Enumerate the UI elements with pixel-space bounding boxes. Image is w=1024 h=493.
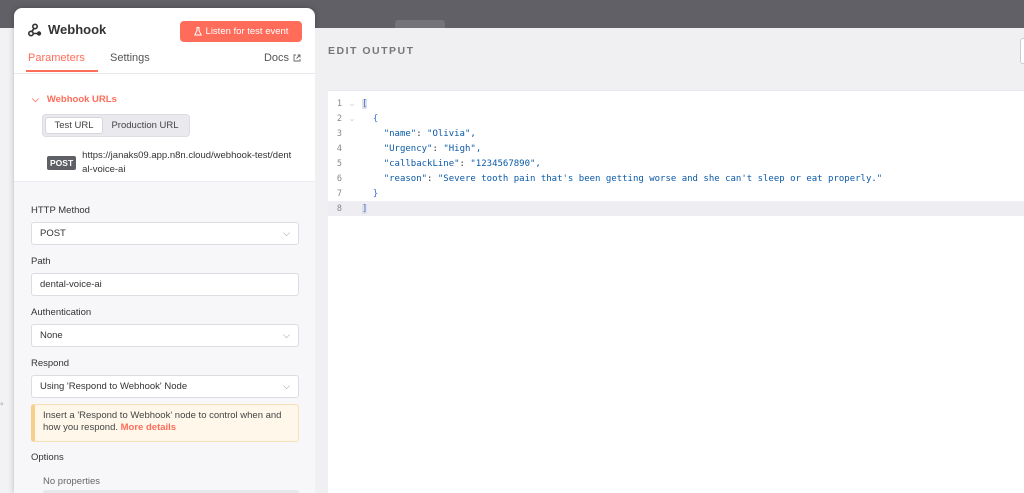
options-label: Options xyxy=(31,452,64,463)
active-tab-underline xyxy=(26,70,98,72)
json-key: "Urgency" xyxy=(383,143,433,154)
http-method-value: POST xyxy=(40,228,66,239)
chevron-down-icon: ⌵ xyxy=(283,330,290,340)
line-number: 8 xyxy=(336,203,342,214)
http-method-select[interactable]: POST ⌵ xyxy=(31,222,299,245)
listen-for-test-event-button[interactable]: Listen for test event xyxy=(180,21,302,42)
json-bracket: [ xyxy=(362,98,368,109)
authentication-select[interactable]: None ⌵ xyxy=(31,324,299,347)
respond-field: Respond Using 'Respond to Webhook' Node … xyxy=(31,358,299,398)
line-number: 7 xyxy=(336,188,342,199)
url-type-toggle: Test URL Production URL xyxy=(42,114,190,137)
editor-line[interactable]: 7 } xyxy=(328,186,1024,201)
webhook-urls-toggle[interactable]: ⌵ Webhook URLs xyxy=(32,94,117,105)
http-method-label: HTTP Method xyxy=(31,205,90,216)
json-bracket: ] xyxy=(362,203,368,214)
editor-line[interactable]: 3 "name": "Olivia", xyxy=(328,126,1024,141)
code-text: } xyxy=(362,189,378,199)
test-url-option[interactable]: Test URL xyxy=(45,117,103,134)
code-text: { xyxy=(362,114,378,124)
path-input[interactable]: dental-voice-ai xyxy=(31,273,299,296)
docs-link-label: Docs xyxy=(263,52,289,64)
respond-select[interactable]: Using 'Respond to Webhook' Node ⌵ xyxy=(31,375,299,398)
json-editor[interactable]: 1 ⌵[2 ⌵ {3 "name": "Olivia", 4 "Urgency": "… xyxy=(328,90,1024,493)
flask-icon xyxy=(193,27,202,36)
fold-arrow-icon[interactable]: ⌵ xyxy=(342,115,362,123)
chevron-down-icon: ⌵ xyxy=(283,228,290,238)
tab-settings[interactable]: Settings xyxy=(110,52,150,64)
json-value: "1234567890", xyxy=(470,158,541,169)
authentication-value: None xyxy=(40,330,63,341)
webhook-urls-section: ⌵ Webhook URLs Test URL Production URL P… xyxy=(14,82,315,182)
panel-header: Webhook Listen for test event Parameters… xyxy=(14,8,315,74)
editor-line[interactable]: 4 "Urgency": "High", xyxy=(328,141,1024,156)
line-number: 5 xyxy=(336,158,342,169)
production-url-option[interactable]: Production URL xyxy=(103,117,187,134)
edit-output-heading: EDIT OUTPUT xyxy=(328,45,415,57)
more-details-link[interactable]: More details xyxy=(121,422,176,433)
line-number: 6 xyxy=(336,173,342,184)
code-text: "reason": "Severe tooth pain that's been… xyxy=(383,173,883,184)
background-tab xyxy=(395,20,445,28)
line-number: 4 xyxy=(336,143,342,154)
chevron-down-icon: ⌵ xyxy=(283,381,290,391)
parameters-body: ⌵ Webhook URLs Test URL Production URL P… xyxy=(14,82,315,493)
method-badge: POST xyxy=(47,156,77,170)
code-text: "callbackLine": "1234567890", xyxy=(383,158,541,169)
respond-notice: Insert a 'Respond to Webhook' node to co… xyxy=(31,404,299,442)
tab-parameters-label: Parameters xyxy=(28,52,85,64)
listen-button-label: Listen for test event xyxy=(205,26,289,37)
code-text: "name": "Olivia", xyxy=(383,128,476,139)
external-link-icon xyxy=(293,54,301,62)
node-parameters-panel: Webhook Listen for test event Parameters… xyxy=(14,8,315,493)
webhook-urls-heading: Webhook URLs xyxy=(46,94,117,105)
webhook-url-row[interactable]: POST https://janaks09.app.n8n.cloud/webh… xyxy=(47,149,292,177)
no-properties-text: No properties xyxy=(43,476,101,487)
line-number: 3 xyxy=(336,128,342,139)
path-label: Path xyxy=(31,256,51,267)
canvas-handle-icon: ° xyxy=(0,401,4,411)
json-key: "name" xyxy=(383,128,417,139)
panel-tabs: Parameters Settings Docs xyxy=(14,52,315,74)
path-field: Path dental-voice-ai xyxy=(31,256,299,296)
editor-line[interactable]: 2 ⌵ { xyxy=(328,111,1024,126)
editor-line[interactable]: 6 "reason": "Severe tooth pain that's be… xyxy=(328,171,1024,186)
line-number: 1 xyxy=(336,98,342,109)
output-panel: EDIT OUTPUT 1 ⌵[2 ⌵ {3 "name": "Olivia", 4 … xyxy=(315,28,1024,493)
chevron-down-icon: ⌵ xyxy=(32,94,39,104)
code-text: [ xyxy=(362,98,368,109)
panel-control-button[interactable] xyxy=(1020,38,1024,64)
code-text: ] xyxy=(362,203,368,214)
authentication-field: Authentication None ⌵ xyxy=(31,307,299,347)
json-value: "Severe tooth pain that's been getting w… xyxy=(437,173,883,184)
tab-parameters[interactable]: Parameters xyxy=(26,52,98,72)
code-text: "Urgency": "High", xyxy=(383,143,482,154)
respond-value: Using 'Respond to Webhook' Node xyxy=(40,381,188,392)
json-value: "Olivia", xyxy=(427,128,476,139)
path-value: dental-voice-ai xyxy=(40,279,102,290)
webhook-icon xyxy=(28,22,42,36)
node-title: Webhook xyxy=(48,22,107,37)
node-title-row: Webhook xyxy=(28,22,106,37)
webhook-url[interactable]: https://janaks09.app.n8n.cloud/webhook-t… xyxy=(82,149,292,177)
http-method-field: HTTP Method POST ⌵ xyxy=(31,205,299,245)
line-number: 2 xyxy=(336,113,342,124)
editor-line[interactable]: 5 "callbackLine": "1234567890", xyxy=(328,156,1024,171)
docs-link[interactable]: Docs xyxy=(264,52,301,64)
json-bracket: { xyxy=(372,113,379,124)
respond-label: Respond xyxy=(31,358,70,369)
editor-line[interactable]: 8] xyxy=(328,201,1024,216)
json-key: "reason" xyxy=(383,173,428,184)
json-value: "High", xyxy=(443,143,482,154)
json-bracket: } xyxy=(372,188,379,199)
canvas-left-edge: ° xyxy=(0,28,14,493)
editor-line[interactable]: 1 ⌵[ xyxy=(328,96,1024,111)
fold-arrow-icon[interactable]: ⌵ xyxy=(342,100,362,108)
json-key: "callbackLine" xyxy=(383,158,460,169)
authentication-label: Authentication xyxy=(31,307,92,318)
tab-settings-label: Settings xyxy=(110,52,150,64)
